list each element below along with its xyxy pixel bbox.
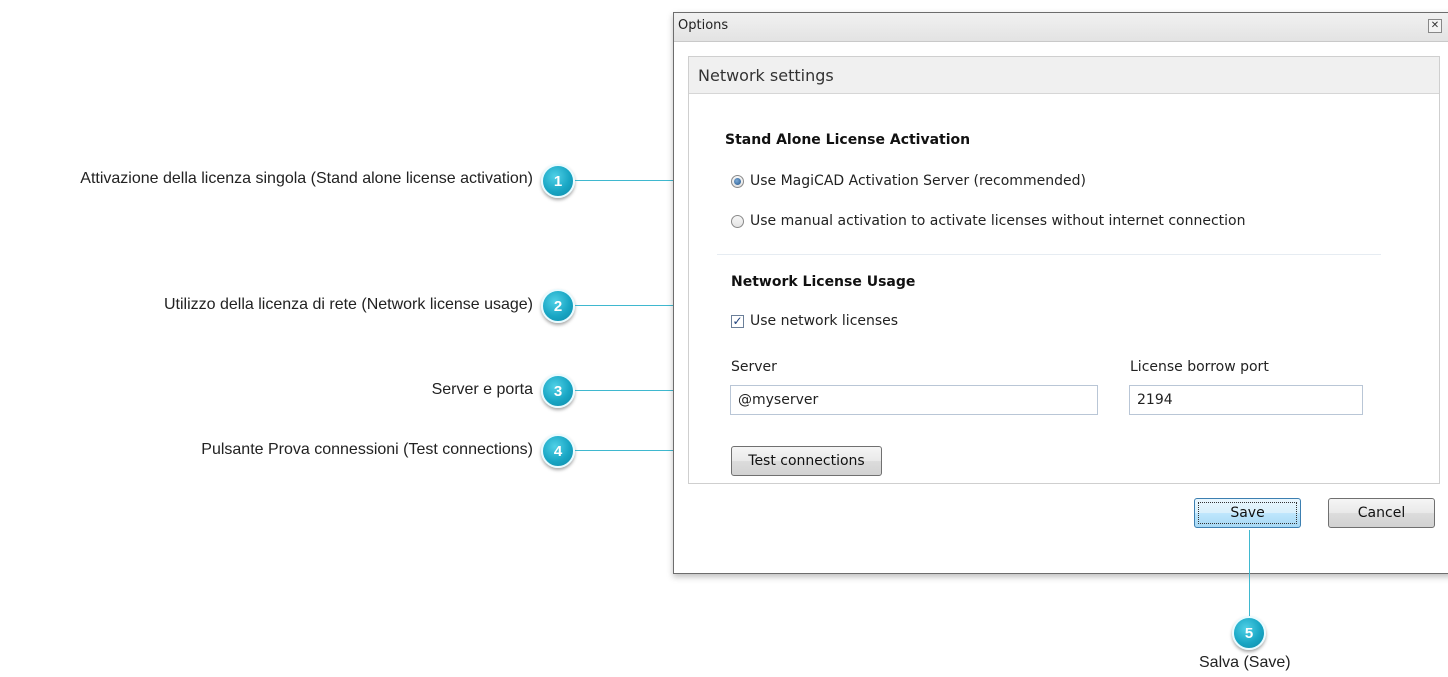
panel-header: Network settings: [689, 57, 1439, 94]
radio-manual-activation-input[interactable]: [731, 214, 744, 228]
test-connections-button[interactable]: Test connections: [731, 446, 882, 476]
window-title: Options: [678, 18, 729, 33]
callout-1-text: Attivazione della licenza singola (Stand…: [80, 170, 533, 187]
title-bar[interactable]: Options ✕: [674, 13, 1448, 42]
radio-manual-activation-label: Use manual activation to activate licens…: [750, 213, 1246, 229]
port-label: License borrow port: [1130, 359, 1269, 375]
server-input[interactable]: @myserver: [730, 385, 1098, 415]
options-dialog: Options ✕ Network settings Stand Alone L…: [673, 12, 1448, 574]
callout-4-badge: 4: [541, 434, 575, 468]
callout-5-leader: [1249, 530, 1250, 618]
callout-3-text: Server e porta: [431, 381, 533, 398]
focus-ring: [1198, 502, 1297, 524]
radio-activation-server[interactable]: Use MagiCAD Activation Server (recommend…: [731, 173, 1086, 189]
radio-manual-activation[interactable]: Use manual activation to activate licens…: [731, 213, 1245, 229]
use-network-licenses-checkbox[interactable]: ✓ Use network licenses: [731, 313, 898, 329]
section-divider: [717, 254, 1381, 255]
radio-activation-server-label: Use MagiCAD Activation Server (recommend…: [750, 173, 1086, 189]
panel-title: Network settings: [698, 66, 834, 85]
callout-2-text: Utilizzo della licenza di rete (Network …: [163, 296, 533, 313]
callout-1-badge: 1: [541, 164, 575, 198]
callout-1-leader: [575, 180, 673, 181]
callout-3-badge: 3: [541, 374, 575, 408]
callout-2-leader: [575, 305, 673, 306]
port-input[interactable]: 2194: [1129, 385, 1363, 415]
callout-3-leader: [575, 390, 673, 391]
save-button[interactable]: Save: [1194, 498, 1301, 528]
callout-4-leader: [575, 450, 673, 451]
check-icon[interactable]: ✓: [731, 314, 744, 328]
radio-activation-server-input[interactable]: [731, 174, 744, 188]
callout-5-badge: 5: [1232, 616, 1266, 650]
use-network-licenses-label: Use network licenses: [750, 313, 899, 329]
callout-2-badge: 2: [541, 289, 575, 323]
network-heading: Network License Usage: [731, 274, 916, 290]
callout-4-text: Pulsante Prova connessioni (Test connect…: [201, 441, 533, 458]
standalone-heading: Stand Alone License Activation: [725, 132, 971, 148]
close-icon[interactable]: ✕: [1428, 19, 1442, 33]
callout-5-text: Salva (Save): [1199, 654, 1291, 671]
server-label: Server: [731, 359, 777, 375]
network-settings-panel: Network settings Stand Alone License Act…: [688, 56, 1440, 484]
cancel-button[interactable]: Cancel: [1328, 498, 1435, 528]
